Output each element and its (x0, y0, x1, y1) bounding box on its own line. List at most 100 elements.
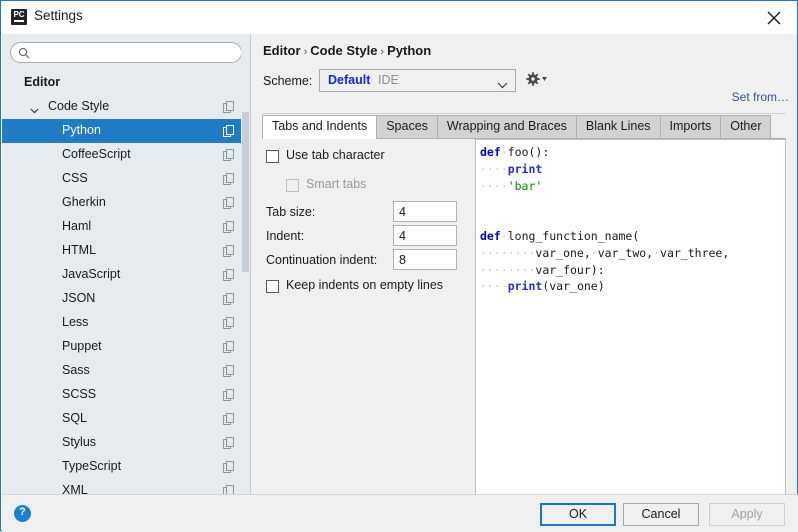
copy-scheme-icon[interactable] (223, 293, 235, 308)
sidebar-item-label: Gherkin (62, 195, 106, 209)
search-box[interactable] (10, 42, 242, 63)
options-pane: Use tab character Smart tabs Tab size: I… (262, 139, 469, 501)
code-line: ····print(var_one) (480, 278, 729, 295)
copy-scheme-icon[interactable] (223, 461, 235, 476)
code-token: · (591, 246, 598, 260)
sidebar-item-label: XML (62, 483, 88, 494)
breadcrumb-separator: › (377, 46, 387, 58)
code-line: ········var_four): (480, 262, 729, 279)
sidebar-item-json[interactable]: JSON (2, 287, 250, 311)
code-token: var_four): (535, 263, 604, 277)
code-token: ········ (480, 246, 535, 260)
sidebar-item-label: Python (62, 123, 101, 137)
sidebar-item-scss[interactable]: SCSS (2, 383, 250, 407)
keep-indents-label: Keep indents on empty lines (286, 278, 443, 292)
sidebar-item-label: Less (62, 315, 88, 329)
keep-indents-checkbox[interactable] (266, 280, 279, 293)
sidebar-scrollbar-track[interactable] (241, 34, 250, 494)
set-from-link[interactable]: Set from… (732, 90, 789, 104)
tab-wrapping-and-braces[interactable]: Wrapping and Braces (437, 115, 577, 138)
sidebar-item-code-style[interactable]: Code Style (2, 95, 250, 119)
code-token: ···· (480, 279, 508, 293)
sidebar-item-stylus[interactable]: Stylus (2, 431, 250, 455)
copy-scheme-icon[interactable] (223, 149, 235, 164)
sidebar-item-puppet[interactable]: Puppet (2, 335, 250, 359)
code-token: ···· (480, 162, 508, 176)
copy-scheme-icon[interactable] (223, 245, 235, 260)
copy-scheme-icon[interactable] (223, 221, 235, 236)
sidebar-item-javascript[interactable]: JavaScript (2, 263, 250, 287)
copy-scheme-icon[interactable] (223, 437, 235, 452)
copy-scheme-icon[interactable] (223, 341, 235, 356)
code-line: ····print (480, 161, 729, 178)
help-icon[interactable]: ? (14, 505, 31, 522)
code-token: print (508, 279, 543, 293)
header-separator (262, 113, 786, 114)
code-token: · (501, 145, 508, 159)
settings-sidebar: EditorCode StylePythonCoffeeScriptCSSGhe… (2, 34, 250, 494)
scheme-name: Default (328, 73, 370, 87)
sidebar-scrollbar-thumb[interactable] (242, 112, 249, 272)
sidebar-item-xml[interactable]: XML (2, 479, 250, 494)
copy-scheme-icon[interactable] (223, 317, 235, 332)
sidebar-item-sql[interactable]: SQL (2, 407, 250, 431)
copy-scheme-icon[interactable] (223, 389, 235, 404)
code-preview-text: def·foo():····print····'bar' def·long_fu… (480, 144, 729, 295)
ok-button[interactable]: OK (540, 503, 616, 526)
copy-scheme-icon[interactable] (223, 197, 235, 212)
copy-scheme-icon[interactable] (223, 173, 235, 188)
smart-tabs-label: Smart tabs (306, 177, 366, 191)
copy-scheme-icon[interactable] (223, 101, 235, 116)
code-preview[interactable]: def·foo():····print····'bar' def·long_fu… (475, 139, 786, 501)
code-token: long_function_name( (508, 229, 640, 243)
use-tab-character-label: Use tab character (286, 148, 385, 162)
search-input[interactable] (33, 45, 237, 62)
code-line: def·foo(): (480, 144, 729, 161)
sidebar-item-gherkin[interactable]: Gherkin (2, 191, 250, 215)
copy-scheme-icon[interactable] (223, 269, 235, 284)
code-token: var_three, (660, 246, 729, 260)
sidebar-item-css[interactable]: CSS (2, 167, 250, 191)
close-button[interactable] (751, 1, 797, 33)
use-tab-character-checkbox[interactable] (266, 150, 279, 163)
sidebar-item-label: JSON (62, 291, 95, 305)
code-token: (var_one) (542, 279, 604, 293)
tab-tabs-and-indents[interactable]: Tabs and Indents (262, 115, 377, 139)
continuation-indent-input[interactable] (393, 249, 457, 270)
title-bar: PC Settings (1, 1, 797, 34)
tab-blank-lines[interactable]: Blank Lines (576, 115, 661, 138)
tab-size-label: Tab size: (266, 205, 315, 219)
scheme-settings-button[interactable] (526, 72, 548, 89)
copy-scheme-icon[interactable] (223, 365, 235, 380)
code-line (480, 194, 729, 211)
sidebar-item-label: Stylus (62, 435, 96, 449)
sidebar-item-coffeescript[interactable]: CoffeeScript (2, 143, 250, 167)
scheme-scope: IDE (378, 73, 399, 87)
tab-other[interactable]: Other (720, 115, 771, 138)
copy-scheme-icon[interactable] (223, 485, 235, 494)
scheme-dropdown[interactable]: Default IDE (319, 69, 516, 92)
tab-imports[interactable]: Imports (660, 115, 722, 138)
code-token: 'bar' (508, 179, 543, 193)
chevron-down-icon[interactable] (30, 103, 39, 117)
code-token: var_two, (598, 246, 653, 260)
sidebar-item-typescript[interactable]: TypeScript (2, 455, 250, 479)
dialog-footer: ? OK Cancel Apply (2, 494, 798, 532)
copy-scheme-icon[interactable] (223, 413, 235, 428)
sidebar-item-less[interactable]: Less (2, 311, 250, 335)
tab-size-input[interactable] (393, 201, 457, 222)
close-icon (767, 11, 781, 25)
indent-input[interactable] (393, 225, 457, 246)
sidebar-item-label: SQL (62, 411, 87, 425)
settings-dialog: PC Settings EditorCode StylePythonCoffee… (0, 0, 798, 531)
sidebar-item-python[interactable]: Python (2, 119, 250, 143)
sidebar-item-sass[interactable]: Sass (2, 359, 250, 383)
copy-scheme-icon[interactable] (223, 125, 235, 140)
tab-spaces[interactable]: Spaces (376, 115, 438, 138)
cancel-button[interactable]: Cancel (623, 503, 699, 526)
breadcrumb-part: Code Style (310, 43, 377, 58)
sidebar-item-html[interactable]: HTML (2, 239, 250, 263)
sidebar-item-haml[interactable]: Haml (2, 215, 250, 239)
code-token: def (480, 229, 501, 243)
code-token: def (480, 145, 501, 159)
